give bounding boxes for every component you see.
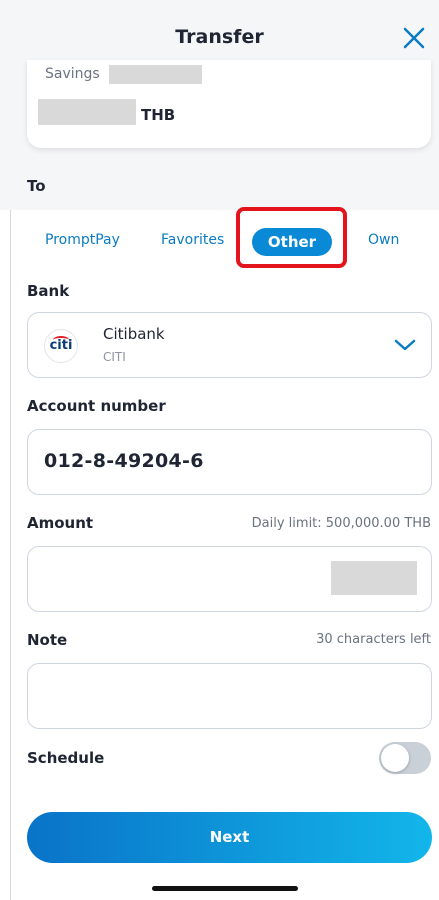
citibank-logo: citi bbox=[44, 329, 78, 363]
bank-code: CITI bbox=[103, 350, 126, 364]
home-indicator bbox=[152, 886, 298, 891]
bank-name: Citibank bbox=[103, 325, 165, 343]
source-account-card[interactable]: Savings THB bbox=[27, 60, 431, 148]
redacted-account-number bbox=[109, 65, 202, 84]
tab-promptpay[interactable]: PromptPay bbox=[45, 232, 120, 248]
page-title: Transfer bbox=[175, 26, 264, 48]
account-number-field[interactable]: 012-8-49204-6 bbox=[27, 429, 432, 495]
amount-field[interactable] bbox=[27, 546, 432, 612]
account-type-label: Savings bbox=[45, 66, 100, 82]
daily-limit-hint: Daily limit: 500,000.00 THB bbox=[251, 516, 431, 531]
currency-label: THB bbox=[141, 106, 176, 124]
amount-label: Amount bbox=[27, 514, 94, 532]
account-number-value: 012-8-49204-6 bbox=[44, 450, 204, 472]
transfer-form-panel: PromptPay Favorites Other Own Bank citi … bbox=[11, 207, 439, 900]
close-button[interactable] bbox=[401, 25, 427, 51]
note-label: Note bbox=[27, 631, 68, 649]
redacted-amount bbox=[331, 561, 417, 595]
chevron-down-icon[interactable] bbox=[393, 335, 417, 355]
tab-other[interactable]: Other bbox=[252, 228, 332, 256]
schedule-toggle[interactable] bbox=[379, 742, 431, 774]
note-field[interactable] bbox=[27, 663, 432, 729]
citibank-logo-arc bbox=[53, 336, 69, 344]
account-number-label: Account number bbox=[27, 397, 166, 415]
bank-label: Bank bbox=[27, 282, 70, 300]
tab-own[interactable]: Own bbox=[368, 232, 399, 248]
to-label: To bbox=[27, 177, 46, 195]
toggle-knob bbox=[381, 744, 409, 772]
source-account-section: Savings THB To bbox=[0, 60, 439, 210]
characters-left-hint: 30 characters left bbox=[316, 632, 431, 647]
tab-favorites[interactable]: Favorites bbox=[161, 232, 224, 248]
bank-select[interactable]: citi Citibank CITI bbox=[27, 312, 432, 378]
schedule-label: Schedule bbox=[27, 749, 105, 767]
redacted-balance bbox=[38, 99, 136, 125]
next-button[interactable]: Next bbox=[27, 812, 432, 863]
close-icon bbox=[403, 27, 425, 49]
